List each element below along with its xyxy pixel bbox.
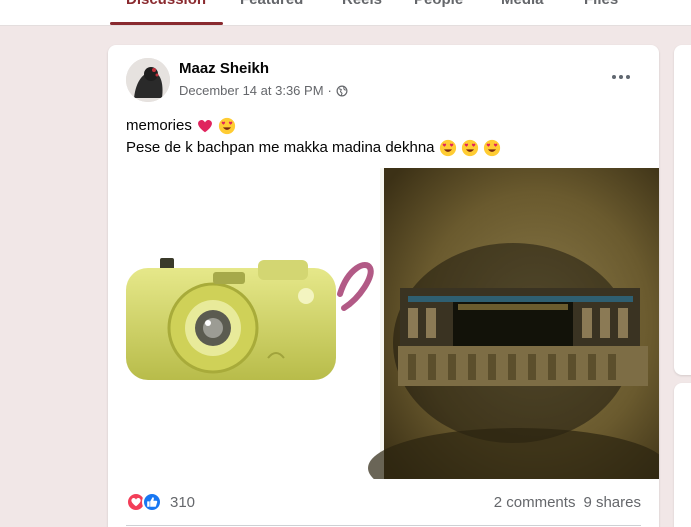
tab-people[interactable]: People — [414, 0, 463, 8]
post-timestamp[interactable]: December 14 at 3:36 PM — [179, 83, 324, 98]
post-footer: 310 2 comments 9 shares — [108, 479, 659, 527]
heart-eyes-emoji-icon — [218, 117, 235, 135]
post-media[interactable] — [108, 168, 659, 479]
tab-media[interactable]: Media — [501, 0, 544, 8]
engagement-counts: 2 comments 9 shares — [494, 494, 641, 511]
kaaba-viewfinder-photo — [368, 168, 659, 479]
like-reaction-icon — [142, 492, 162, 512]
sidebar-card — [674, 45, 691, 375]
reaction-summary[interactable]: 310 — [126, 492, 195, 512]
tab-files[interactable]: Files — [584, 0, 618, 8]
post-meta: December 14 at 3:36 PM · — [179, 83, 348, 98]
post-text-line-1: memories — [126, 117, 192, 134]
post-text: memories Pese de k bachpan me makka madi… — [126, 115, 501, 159]
comments-count[interactable]: 2 comments — [494, 494, 576, 511]
heart-eyes-emoji-icon — [483, 139, 500, 157]
red-heart-icon — [197, 119, 212, 133]
post-card: Maaz Sheikh December 14 at 3:36 PM · mem… — [108, 45, 659, 527]
footer-divider — [126, 525, 641, 526]
heart-eyes-emoji-icon — [461, 139, 478, 157]
avatar[interactable] — [126, 58, 170, 102]
sidebar-card-lower — [674, 383, 691, 527]
post-author[interactable]: Maaz Sheikh — [179, 60, 269, 77]
tab-discussion[interactable]: Discussion — [126, 0, 206, 8]
group-tab-bar: Discussion Featured Reels People Media F… — [0, 0, 691, 26]
dot-icon — [619, 75, 623, 79]
meta-separator: · — [327, 83, 332, 98]
dot-icon — [626, 75, 630, 79]
active-tab-indicator — [110, 22, 223, 25]
shares-count[interactable]: 9 shares — [583, 494, 641, 511]
tab-featured[interactable]: Featured — [240, 0, 303, 8]
globe-icon — [336, 85, 348, 96]
tab-reels[interactable]: Reels — [342, 0, 382, 8]
dot-icon — [612, 75, 616, 79]
post-options-button[interactable] — [604, 63, 638, 91]
post-text-line-2: Pese de k bachpan me makka madina dekhna — [126, 139, 435, 156]
toy-camera-photo — [108, 168, 380, 479]
heart-eyes-emoji-icon — [439, 139, 456, 157]
reaction-count: 310 — [170, 493, 196, 511]
